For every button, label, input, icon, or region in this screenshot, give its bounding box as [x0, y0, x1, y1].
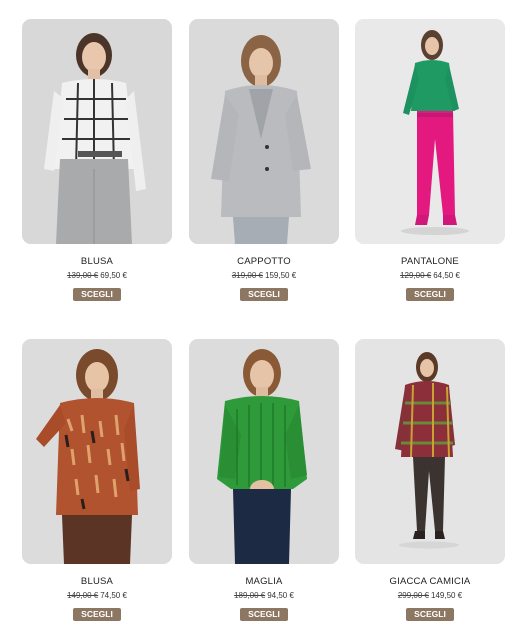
- product-image[interactable]: [355, 339, 505, 564]
- product-name[interactable]: BLUSA: [22, 256, 172, 268]
- product-name[interactable]: MAGLIA: [189, 576, 339, 588]
- model-pink-trousers-image: [355, 19, 505, 244]
- old-price: 139,00 €: [67, 271, 99, 280]
- product-prices: 139,00 €69,50 €: [22, 271, 172, 281]
- product-name[interactable]: GIACCA CAMICIA: [355, 576, 505, 588]
- sale-price: 69,50 €: [100, 271, 127, 280]
- product-image[interactable]: [189, 339, 339, 564]
- product-grid: BLUSA 139,00 €69,50 € SCEGLI CAPPOTTO 31…: [0, 0, 522, 642]
- product-image[interactable]: [22, 339, 172, 564]
- sale-price: 159,50 €: [265, 271, 297, 280]
- model-green-sweater-image: [189, 339, 339, 564]
- product-card[interactable]: MAGLIA 189,00 €94,50 € SCEGLI: [189, 339, 339, 622]
- choose-button[interactable]: SCEGLI: [73, 608, 121, 621]
- sale-price: 94,50 €: [267, 591, 294, 600]
- product-prices: 189,00 €94,50 €: [189, 591, 339, 601]
- old-price: 299,00 €: [397, 591, 429, 600]
- product-card[interactable]: BLUSA 149,00 €74,50 € SCEGLI: [22, 339, 172, 622]
- product-prices: 319,00 €159,50 €: [189, 271, 339, 281]
- product-prices: 299,00 €149,50 €: [355, 591, 505, 601]
- choose-button[interactable]: SCEGLI: [240, 608, 288, 621]
- old-price: 189,00 €: [234, 591, 266, 600]
- product-name[interactable]: PANTALONE: [355, 256, 505, 268]
- product-prices: 149,00 €74,50 €: [22, 591, 172, 601]
- model-checked-blouse-image: [22, 19, 172, 244]
- product-image[interactable]: [189, 19, 339, 244]
- model-printed-blouse-image: [22, 339, 172, 564]
- product-name[interactable]: CAPPOTTO: [189, 256, 339, 268]
- product-card[interactable]: CAPPOTTO 319,00 €159,50 € SCEGLI: [189, 19, 339, 302]
- sale-price: 74,50 €: [100, 591, 127, 600]
- choose-button[interactable]: SCEGLI: [406, 608, 454, 621]
- old-price: 319,00 €: [231, 271, 263, 280]
- choose-button[interactable]: SCEGLI: [240, 288, 288, 301]
- choose-button[interactable]: SCEGLI: [406, 288, 454, 301]
- old-price: 149,00 €: [67, 591, 99, 600]
- product-card[interactable]: BLUSA 139,00 €69,50 € SCEGLI: [22, 19, 172, 302]
- product-image[interactable]: [22, 19, 172, 244]
- sale-price: 64,50 €: [433, 271, 460, 280]
- product-prices: 129,00 €64,50 €: [355, 271, 505, 281]
- product-card[interactable]: GIACCA CAMICIA 299,00 €149,50 € SCEGLI: [355, 339, 505, 622]
- product-image[interactable]: [355, 19, 505, 244]
- model-grey-coat-image: [189, 19, 339, 244]
- old-price: 129,00 €: [400, 271, 432, 280]
- product-card[interactable]: PANTALONE 129,00 €64,50 € SCEGLI: [355, 19, 505, 302]
- sale-price: 149,50 €: [431, 591, 463, 600]
- model-check-shirt-jacket-image: [355, 339, 505, 564]
- product-name[interactable]: BLUSA: [22, 576, 172, 588]
- choose-button[interactable]: SCEGLI: [73, 288, 121, 301]
